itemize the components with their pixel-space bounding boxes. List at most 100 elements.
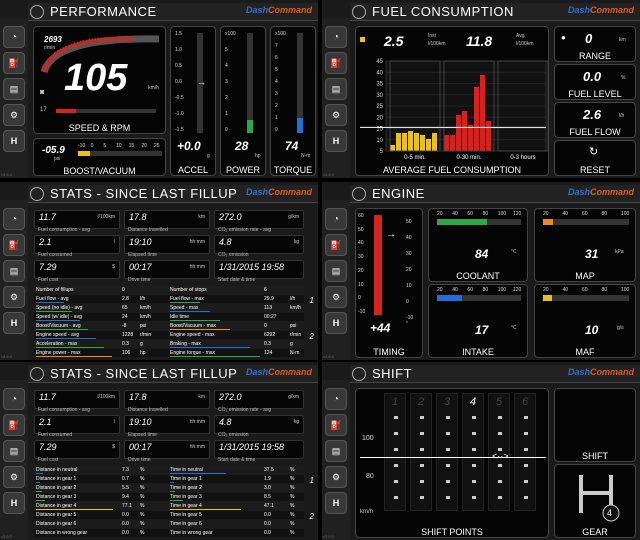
gear-value: 4 <box>607 508 613 518</box>
coolant-unit: °C <box>511 249 517 255</box>
version-label: v3.6.0 <box>1 172 12 177</box>
reset-button[interactable]: ↻ RESET <box>554 140 636 176</box>
timing-gauge[interactable]: 60 50 40 30 20 10 0 -10 50 40 30 20 10 0 -10 → +44 ° … <box>355 208 423 358</box>
fuel-bar <box>390 145 395 151</box>
gear-column: 4 <box>462 393 484 511</box>
gear-shift-icon[interactable]: H <box>3 130 25 152</box>
gear-number: 2 <box>417 396 425 408</box>
stats-table[interactable]: Number of fillups 0 Number of stops 6 Fuel f… <box>34 286 304 358</box>
coolant-gauge[interactable]: 20 40 60 80 100 120 84 °C COOLANT <box>428 208 528 282</box>
inst-marker <box>360 37 365 42</box>
gear-indicator[interactable]: 4 GEAR <box>554 464 636 538</box>
page-2[interactable]: 2 <box>310 332 314 341</box>
fuel-flow-panel[interactable]: 2.6 l/h FUEL FLOW <box>554 102 636 138</box>
map-gauge[interactable]: 20 40 60 80 100 31 kPa MAP <box>534 208 636 282</box>
fuel-stats-icon[interactable]: ▤ <box>3 260 25 282</box>
tick-label: 2 <box>275 103 278 109</box>
gear-shift-icon[interactable]: H <box>325 312 347 334</box>
range-value: 0 <box>585 31 593 46</box>
gauge-icon[interactable]: ◔ <box>3 388 25 410</box>
gauge-icon[interactable]: ◔ <box>3 26 25 48</box>
y-tick-label: 35 <box>376 82 383 88</box>
tick-label: 10 <box>358 281 364 288</box>
torque-ticks: x100 7 6 5 4 3 2 1 0 <box>275 31 287 133</box>
fuel-stats-icon[interactable]: ▤ <box>3 440 25 462</box>
cell-text: % <box>290 467 295 473</box>
tick-label: 60 <box>582 211 588 217</box>
distance-bar <box>36 491 42 492</box>
maf-gauge[interactable]: 20 40 60 80 100 10 g/s MAF <box>534 284 636 358</box>
tick-label: 2 <box>225 95 228 101</box>
boost-gauge[interactable]: -05.9 psi -10 0 5 10 15 20 25 BOOST/VACUUM <box>33 138 166 176</box>
engine-icon[interactable]: ⚙ <box>3 104 25 126</box>
shift-marker <box>394 464 398 467</box>
torque-gauge[interactable]: x100 7 6 5 4 3 2 1 0 74 N·m TORQUE <box>270 26 316 176</box>
gear-stats-table[interactable]: Distance in neutral 7.3% Time in neutral 37… <box>34 466 304 538</box>
gear-shift-icon[interactable]: H <box>325 492 347 514</box>
power-gauge[interactable]: x100 5 4 3 2 1 0 28 hp POWER <box>220 26 266 176</box>
speed-rpm-gauge[interactable]: 2693 r/min 105 km/h ◙ 17 SPEED & RPM <box>33 26 166 134</box>
engine-icon[interactable]: ⚙ <box>3 466 25 488</box>
engine-icon[interactable]: ⚙ <box>325 466 347 488</box>
fuel-stats-icon[interactable]: ▤ <box>3 78 25 100</box>
shift-indicator[interactable]: SHIFT <box>554 388 636 462</box>
row-indicator-bar <box>36 356 112 357</box>
shift-marker <box>472 448 476 451</box>
gauge-icon[interactable]: ◔ <box>325 208 347 230</box>
cell-text: % <box>140 467 145 473</box>
boost-ticks: -10 0 5 10 15 20 25 <box>78 143 162 149</box>
page-1[interactable]: 1 <box>310 476 314 485</box>
range-panel[interactable]: ● 0 km RANGE <box>554 26 636 62</box>
fuel-pump-icon[interactable]: ⛽ <box>325 234 347 256</box>
gear-shift-icon[interactable]: H <box>3 492 25 514</box>
page-1[interactable]: 1 <box>310 296 314 305</box>
tick-label: 120 <box>513 287 522 293</box>
fuel-stats-icon[interactable]: ▤ <box>325 260 347 282</box>
cell-text: km/h <box>140 305 151 311</box>
header: ENGINE DashCommand <box>350 185 640 203</box>
fuel-level-panel[interactable]: 0.0 % FUEL LEVEL <box>554 64 636 100</box>
fuel-stats-icon[interactable]: ▤ <box>325 440 347 462</box>
shift-points-chart[interactable]: 1 2 3 4 5 6 100 80 <··> km/h SHIFT POINTS <box>355 388 549 538</box>
time-bar <box>170 509 241 510</box>
row-indicator-bar <box>170 311 210 312</box>
intake-label: INTAKE <box>462 347 494 357</box>
table-row: Distance in wrong gear 0.0% Time in wrong … <box>34 529 304 537</box>
engine-icon[interactable]: ⚙ <box>3 286 25 308</box>
fuel-pump-icon[interactable]: ⛽ <box>325 414 347 436</box>
intake-gauge[interactable]: 20 40 60 80 100 120 17 °C INTAKE <box>428 284 528 358</box>
fuel-level-unit: % <box>621 75 626 81</box>
gear-shift-icon[interactable]: H <box>3 312 25 334</box>
tick-label: x100 <box>275 31 286 37</box>
avg-value: 11.8 <box>466 33 493 49</box>
page-2[interactable]: 2 <box>310 512 314 521</box>
shift-marker <box>524 464 528 467</box>
fuel-bar <box>414 133 419 151</box>
reset-icon: ↻ <box>589 146 599 158</box>
gauge-icon[interactable]: ◔ <box>3 208 25 230</box>
tick-label: 4 <box>225 63 228 69</box>
gear-shift-icon[interactable]: H <box>325 130 347 152</box>
engine-icon[interactable]: ⚙ <box>325 286 347 308</box>
fuel-pump-icon[interactable]: ⛽ <box>3 234 25 256</box>
fuel-pump-icon[interactable]: ⛽ <box>3 52 25 74</box>
page-title: STATS - SINCE LAST FILLUP <box>50 366 238 381</box>
tick-label: 40 <box>562 211 569 217</box>
gauge-icon[interactable]: ◔ <box>325 26 347 48</box>
fuel-pump-icon[interactable]: ⛽ <box>3 414 25 436</box>
gear-number: 4 <box>469 396 477 408</box>
accel-gauge[interactable]: 1.5 1.0 0.5 0.0 -0.5 -1.0 -1.5 → +0.0 g ACCEL <box>170 26 216 176</box>
y-tick-label: 30 <box>376 93 383 99</box>
fuel-stats-icon[interactable]: ▤ <box>325 78 347 100</box>
coolant-value: 84 <box>475 247 489 261</box>
speed-unit: km/h <box>360 509 374 515</box>
fuel-pump-icon[interactable]: ⛽ <box>325 52 347 74</box>
engine-icon[interactable]: ⚙ <box>325 104 347 126</box>
gauge-icon[interactable]: ◔ <box>325 388 347 410</box>
page-title: ENGINE <box>372 186 425 201</box>
fuel-bar <box>456 115 461 151</box>
avg-fuel-chart[interactable]: 2.5 Inst l/100km 11.8 Avg l/100km 45 40 35… <box>355 26 549 176</box>
tick-label: 60 <box>467 211 473 217</box>
cell-text: % <box>290 512 295 518</box>
tick-label: 40 <box>562 287 569 293</box>
